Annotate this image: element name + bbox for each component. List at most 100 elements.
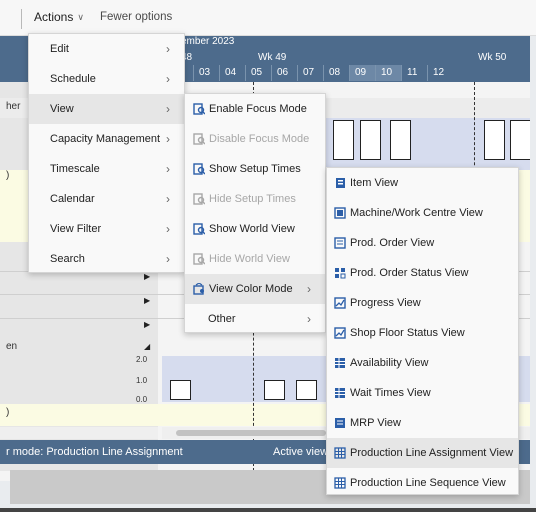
menu-item-timescale[interactable]: Timescale › (29, 154, 184, 184)
chevron-right-icon: › (166, 72, 170, 86)
scrollbar-thumb[interactable] (176, 430, 326, 436)
menu-item-view-filter[interactable]: View Filter › (29, 214, 184, 244)
menu-item-other[interactable]: Other › (185, 304, 325, 334)
row-label: her (6, 101, 21, 112)
menu-item-prod-order-view[interactable]: Prod. Order View (327, 228, 518, 258)
menu-item-edit[interactable]: Edit › (29, 34, 184, 64)
actions-button[interactable]: Actions ∨ (34, 10, 84, 24)
command-bar: Actions ∨ Fewer options (0, 0, 536, 36)
menu-item-hide-setup-times[interactable]: Hide Setup Times (185, 184, 325, 214)
color-mode-status: r mode: Production Line Assignment (6, 446, 183, 458)
line-assignment-icon (334, 447, 346, 459)
focus-icon (193, 133, 205, 145)
line-sequence-icon (334, 477, 346, 489)
day-label: 04 (219, 65, 245, 81)
menu-item-label: Hide World View (209, 253, 290, 265)
chevron-right-icon: › (166, 252, 170, 266)
menu-item-production-line-assignment-view[interactable]: Production Line Assignment View (327, 438, 518, 468)
menu-item-label: Calendar (50, 193, 95, 205)
operation-bar[interactable] (390, 120, 411, 160)
menu-item-schedule[interactable]: Schedule › (29, 64, 184, 94)
day-label: 09 (349, 65, 375, 81)
menu-item-label: Edit (50, 43, 69, 55)
day-label: 10 (375, 65, 401, 81)
shop-floor-icon (334, 327, 346, 339)
menu-item-label: Disable Focus Mode (209, 133, 310, 145)
menu-item-capacity-management[interactable]: Capacity Management › (29, 124, 184, 154)
month-label: ember 2023 (181, 36, 235, 47)
expand-icon[interactable]: ▶ (144, 296, 150, 305)
collapse-icon[interactable]: ◢ (144, 342, 150, 351)
menu-item-label: View (50, 103, 74, 115)
color-mode-icon (193, 283, 205, 295)
availability-icon (334, 357, 346, 369)
load-bar (170, 380, 191, 400)
operation-bar[interactable] (484, 120, 505, 160)
chevron-right-icon: › (166, 42, 170, 56)
menu-item-label: Timescale (50, 163, 100, 175)
day-label: 05 (245, 65, 271, 81)
progress-icon (334, 297, 346, 309)
operation-bar[interactable] (510, 120, 530, 160)
chevron-down-icon: ∨ (77, 11, 84, 22)
menu-item-availability-view[interactable]: Availability View (327, 348, 518, 378)
menu-item-hide-world-view[interactable]: Hide World View (185, 244, 325, 274)
menu-item-label: Machine/Work Centre View (350, 207, 483, 219)
menu-item-label: Show Setup Times (209, 163, 301, 175)
world-view-icon (193, 253, 205, 265)
chevron-right-icon: › (166, 192, 170, 206)
menu-item-prod-order-status-view[interactable]: Prod. Order Status View (327, 258, 518, 288)
menu-item-label: MRP View (350, 417, 401, 429)
menu-item-label: Progress View (350, 297, 421, 309)
menu-item-item-view[interactable]: Item View (327, 168, 518, 198)
menu-item-search[interactable]: Search › (29, 244, 184, 274)
menu-item-show-world-view[interactable]: Show World View (185, 214, 325, 244)
menu-item-label: Capacity Management (50, 133, 161, 145)
menu-item-label: Availability View (350, 357, 429, 369)
day-label: 07 (297, 65, 323, 81)
menu-item-disable-focus-mode[interactable]: Disable Focus Mode (185, 124, 325, 154)
menu-item-label: Shop Floor Status View (350, 327, 465, 339)
menu-item-shop-floor-status-view[interactable]: Shop Floor Status View (327, 318, 518, 348)
operation-bar[interactable] (360, 120, 381, 160)
chevron-right-icon: › (166, 222, 170, 236)
menu-item-enable-focus-mode[interactable]: Enable Focus Mode (185, 94, 325, 124)
actions-menu: Edit › Schedule › View › Capacity Manage… (28, 33, 185, 273)
menu-item-show-setup-times[interactable]: Show Setup Times (185, 154, 325, 184)
day-row: 02 03 04 05 06 07 08 09 10 11 12 (163, 65, 453, 81)
menu-item-machine-work-centre-view[interactable]: Machine/Work Centre View (327, 198, 518, 228)
menu-item-label: Schedule (50, 73, 96, 85)
menu-item-label: Item View (350, 177, 399, 189)
menu-item-view[interactable]: View › (29, 94, 184, 124)
menu-item-wait-times-view[interactable]: Wait Times View (327, 378, 518, 408)
menu-item-label: Production Line Assignment View (350, 447, 514, 459)
day-label: 06 (271, 65, 297, 81)
menu-item-label: Production Line Sequence View (350, 477, 506, 489)
menu-item-production-line-sequence-view[interactable]: Production Line Sequence View (327, 468, 518, 498)
menu-item-label: View Color Mode (209, 283, 293, 295)
item-icon (334, 177, 346, 189)
menu-item-view-color-mode[interactable]: View Color Mode › (185, 274, 325, 304)
menu-item-calendar[interactable]: Calendar › (29, 184, 184, 214)
active-view-status: Active view (273, 446, 329, 458)
menu-item-label: Search (50, 253, 85, 265)
fewer-options-button[interactable]: Fewer options (100, 11, 172, 23)
setup-times-icon (193, 163, 205, 175)
machine-icon (334, 207, 346, 219)
menu-item-mrp-view[interactable]: MRP View (327, 408, 518, 438)
actions-label: Actions (34, 10, 74, 24)
menu-item-label: Prod. Order View (350, 237, 435, 249)
menu-item-label: Prod. Order Status View (350, 267, 469, 279)
expand-icon[interactable]: ▶ (144, 320, 150, 329)
bottom-border (0, 508, 536, 512)
horizontal-scrollbar[interactable] (0, 427, 158, 439)
menu-item-label: Hide Setup Times (209, 193, 296, 205)
operation-bar[interactable] (333, 120, 354, 160)
toolbar-divider (21, 9, 22, 29)
axis-label: 2.0 (136, 355, 148, 364)
view-submenu: Enable Focus Mode Disable Focus Mode Sho… (184, 93, 326, 333)
menu-item-progress-view[interactable]: Progress View (327, 288, 518, 318)
mrp-icon (334, 417, 346, 429)
day-label: 12 (427, 65, 453, 81)
color-mode-submenu: Item View Machine/Work Centre View Prod.… (326, 167, 519, 495)
